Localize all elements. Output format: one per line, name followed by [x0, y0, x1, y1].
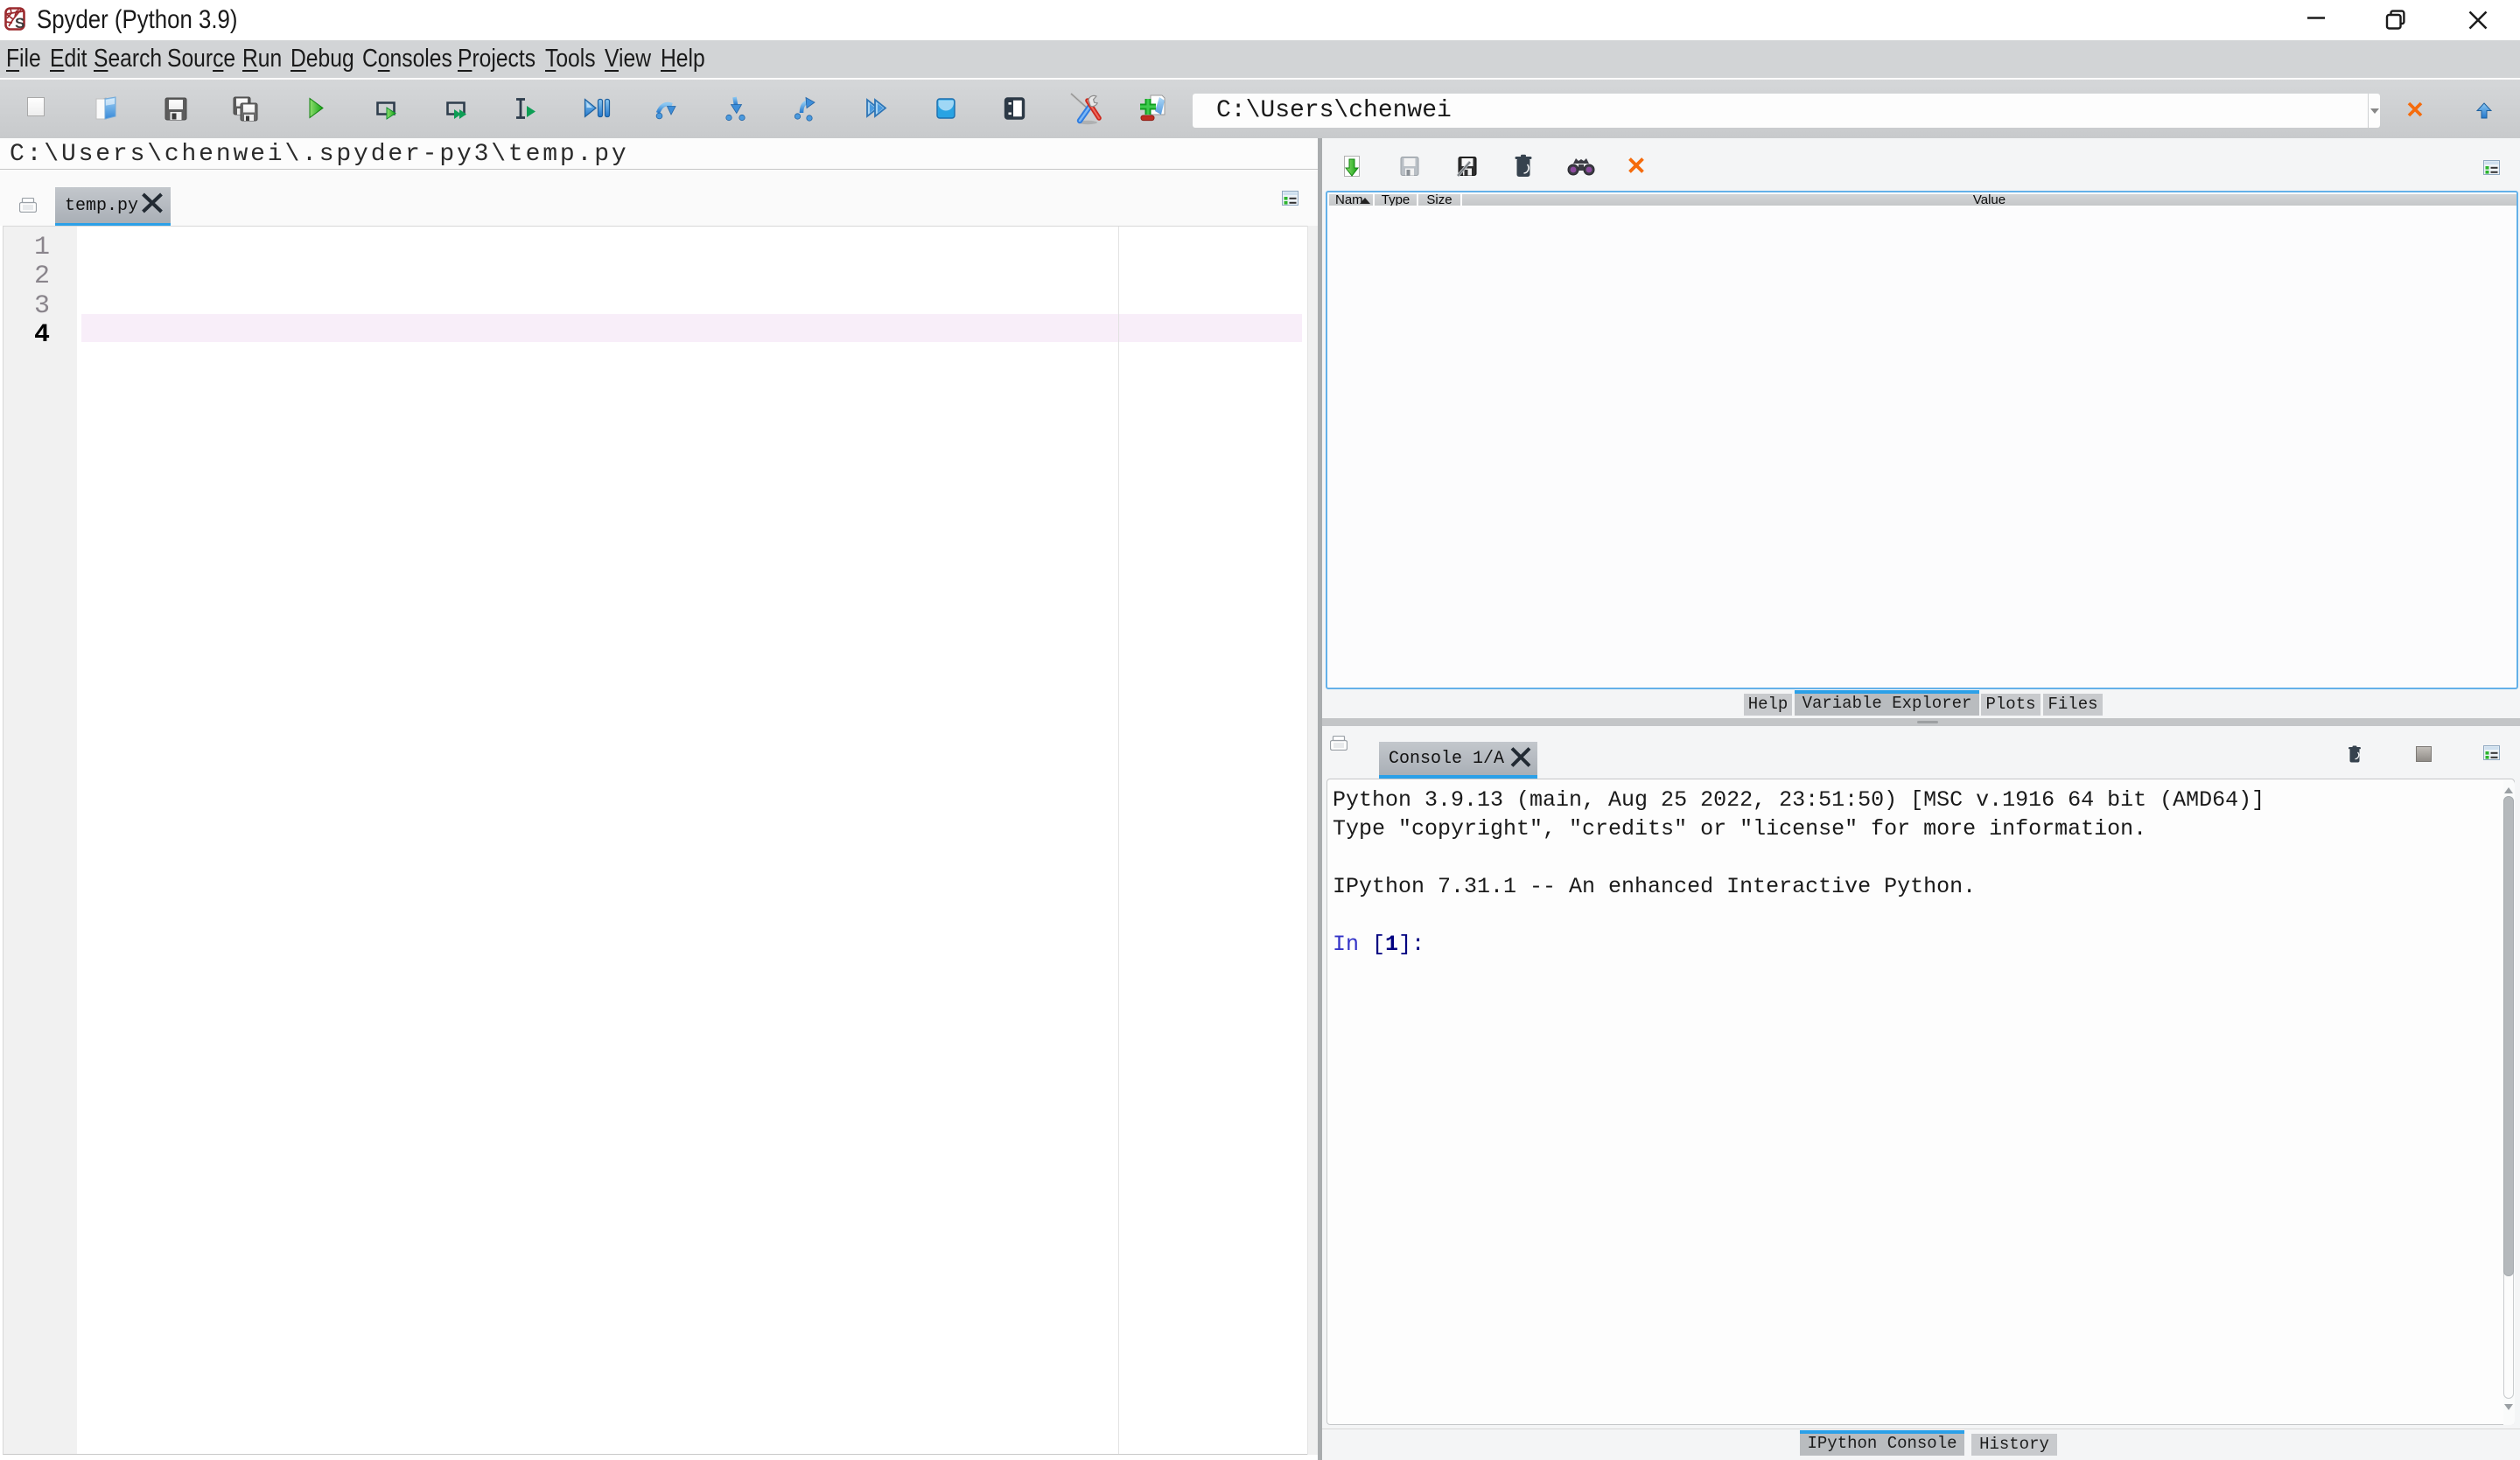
svg-text:S: S [15, 15, 24, 31]
